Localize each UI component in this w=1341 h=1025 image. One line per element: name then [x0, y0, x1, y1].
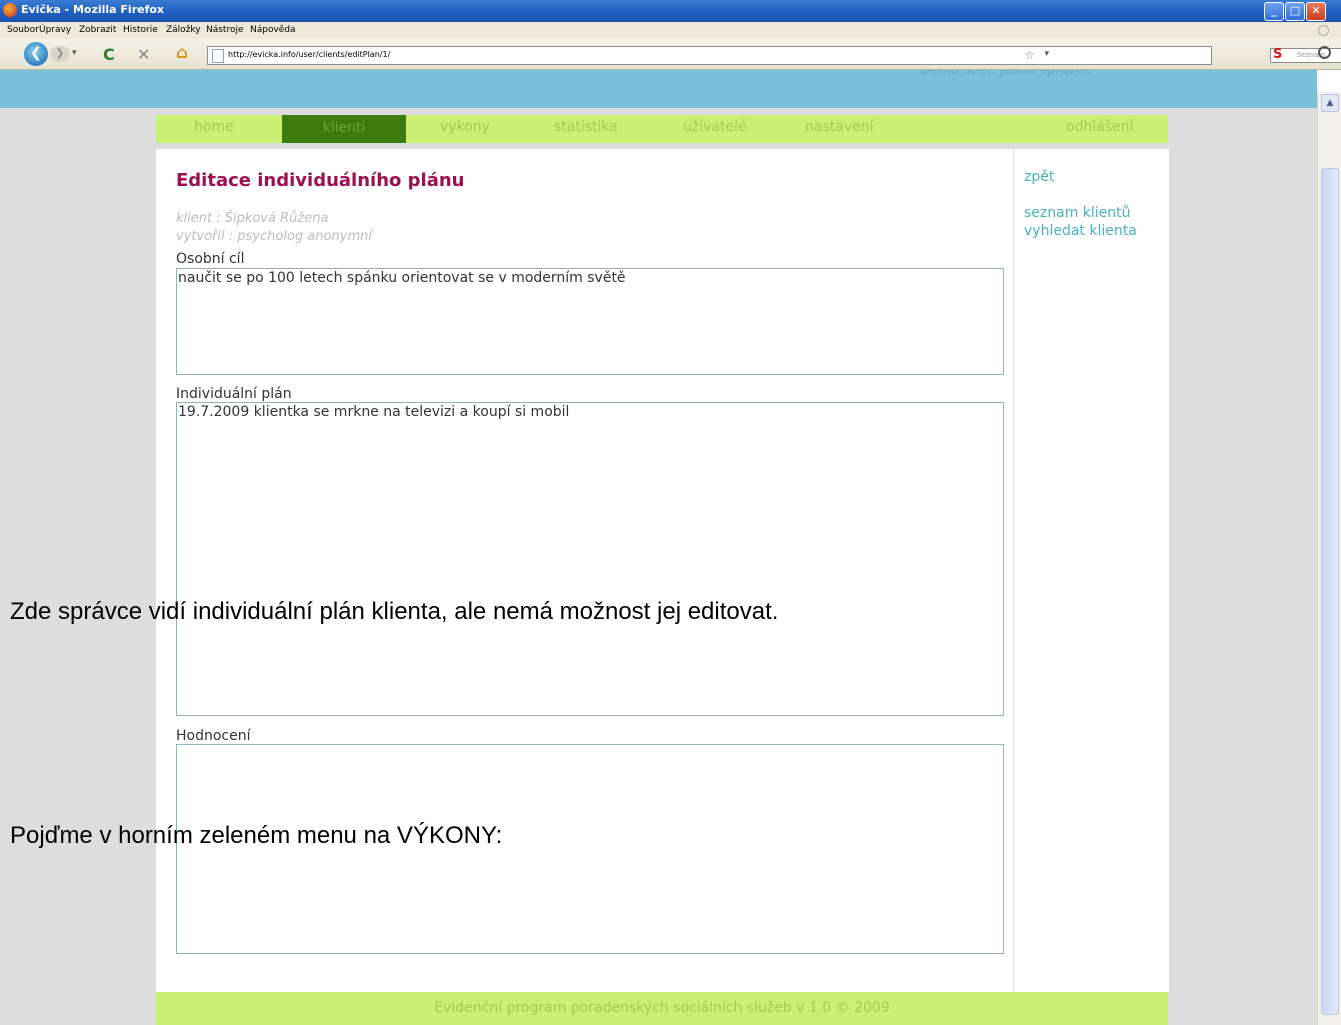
main-content: Editace individuálního plánu klient : Ši…	[156, 149, 1013, 992]
menu-bar: Soubor Úpravy Zobrazit Historie Záložky …	[0, 22, 1341, 39]
vertical-scrollbar[interactable]: ▲	[1317, 92, 1341, 1025]
main-nav: home klienti vykony statistika uživatelé…	[156, 115, 1168, 143]
url-text[interactable]: http://evicka.info/user/clients/editPlan…	[228, 50, 390, 59]
scroll-thumb[interactable]	[1321, 168, 1339, 1015]
url-bar[interactable]: http://evicka.info/user/clients/editPlan…	[207, 46, 1341, 65]
nav-vykony[interactable]: vykony	[440, 119, 490, 135]
page-title: Editace individuálního plánu	[176, 170, 465, 191]
search-engine-icon[interactable]: S	[1273, 47, 1282, 62]
right-sidebar: zpět seznam klientů vyhledat klienta	[1013, 149, 1169, 992]
history-dropdown-icon[interactable]: ▾	[72, 48, 77, 58]
client-list-link[interactable]: seznam klientů	[1024, 205, 1131, 221]
search-client-link[interactable]: vyhledat klienta	[1024, 223, 1137, 239]
stop-button[interactable]: ✕	[137, 45, 150, 64]
minimize-button[interactable]: _	[1264, 2, 1284, 21]
menu-soubor[interactable]: Soubor	[7, 25, 39, 35]
nav-uzivatele[interactable]: uživatelé	[683, 119, 747, 135]
nav-nastaveni[interactable]: nastavení	[805, 119, 873, 135]
bookmark-star-icon[interactable]: ☆	[1024, 48, 1035, 62]
menu-nastroje[interactable]: Nástroje	[206, 25, 244, 35]
reload-button[interactable]: C	[103, 45, 115, 64]
site-header-strip: Demo účet, jedná správce	[0, 70, 1317, 108]
window-title: Evička - Mozilla Firefox	[21, 3, 165, 16]
overlay-caption-2: Pojďme v horním zeleném menu na VÝKONY:	[10, 822, 503, 849]
nav-statistika[interactable]: statistika	[554, 119, 618, 135]
menu-zalozky[interactable]: Záložky	[166, 25, 201, 35]
back-button[interactable]: ❮	[24, 42, 48, 66]
overlay-caption-1: Zde správce vidí individuální plán klien…	[10, 598, 779, 625]
activity-throbber-icon	[1318, 25, 1329, 36]
nav-odhlaseni[interactable]: odhlášení	[1066, 119, 1133, 135]
logged-user-text: Demo účet, jedná správce	[920, 70, 1091, 78]
menu-historie[interactable]: Historie	[123, 25, 158, 35]
page-footer: Evidenční program poradenských sociálníc…	[156, 992, 1168, 1025]
page-icon	[212, 49, 224, 63]
nav-home[interactable]: home	[194, 119, 234, 135]
url-dropdown-icon[interactable]: ▾	[1044, 49, 1049, 59]
goal-label: Osobní cíl	[176, 251, 245, 267]
forward-button[interactable]: ❯	[50, 46, 70, 62]
client-name: klient : Šipková Růžena	[176, 211, 329, 226]
plan-label: Individuální plán	[176, 386, 292, 402]
home-button[interactable]: ⌂	[176, 43, 188, 63]
menu-napoveda[interactable]: Nápověda	[250, 25, 296, 35]
back-link[interactable]: zpět	[1024, 169, 1054, 185]
firefox-icon	[3, 3, 17, 17]
goal-textarea[interactable]: naučit se po 100 letech spánku orientova…	[176, 268, 1004, 375]
left-background	[0, 108, 156, 1025]
close-button[interactable]: ✕	[1306, 2, 1326, 21]
menu-upravy[interactable]: Úpravy	[39, 25, 71, 35]
page-viewport: Demo účet, jedná správce home klienti vy…	[0, 70, 1317, 1025]
plan-textarea[interactable]: 19.7.2009 klientka se mrkne na televizi …	[176, 402, 1004, 716]
search-icon[interactable]	[1318, 46, 1331, 59]
nav-klienti[interactable]: klienti	[282, 115, 406, 143]
window-title-bar: Evička - Mozilla Firefox _ □ ✕	[0, 0, 1341, 22]
scroll-up-icon[interactable]: ▲	[1321, 94, 1339, 112]
plan-author: vytvořil : psycholog anonymní	[176, 229, 372, 244]
maximize-button[interactable]: □	[1285, 2, 1305, 21]
menu-zobrazit[interactable]: Zobrazit	[79, 25, 116, 35]
evaluation-label: Hodnocení	[176, 728, 251, 744]
navigation-toolbar: ❮ ❯ ▾ C ✕ ⌂ http://evicka.info/user/clie…	[0, 39, 1341, 70]
